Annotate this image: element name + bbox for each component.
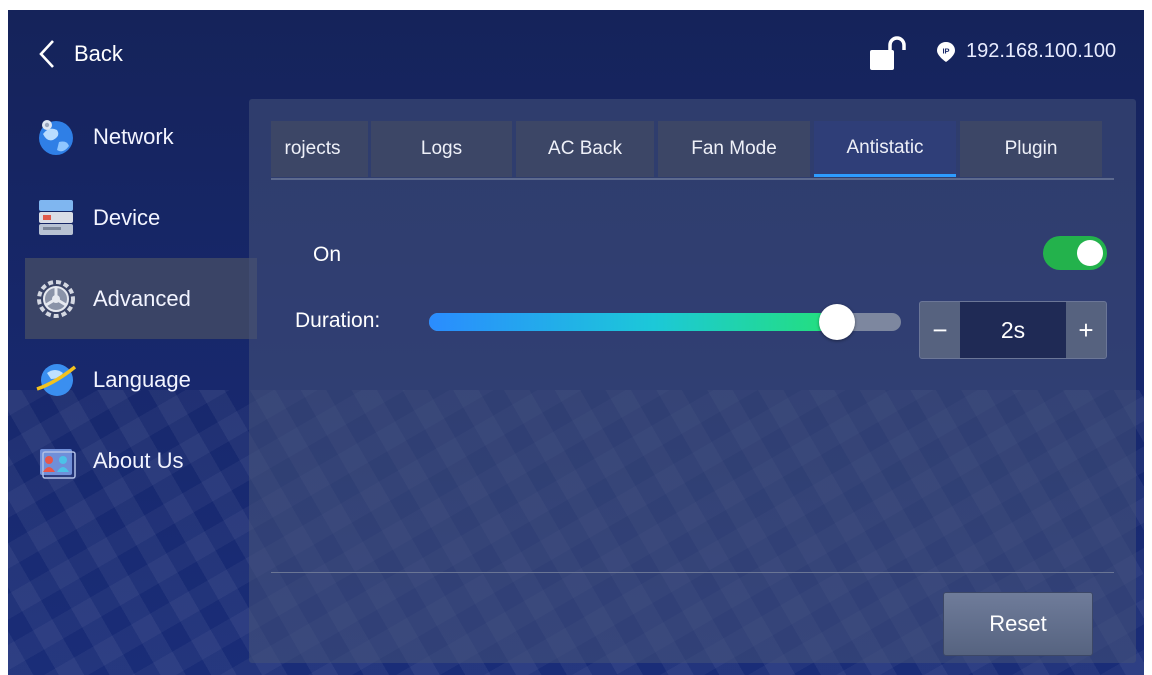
toggle-knob: [1077, 240, 1103, 266]
tab-ac-back[interactable]: AC Back: [516, 121, 654, 177]
tab-divider: [271, 178, 1114, 180]
unlocked-lock-icon[interactable]: [868, 36, 908, 72]
settings-panel: rojects Logs AC Back Fan Mode Antistatic…: [249, 99, 1136, 663]
chevron-left-icon: [39, 40, 54, 68]
location-pin-ip-icon: IP: [937, 41, 955, 62]
tab-label: Plugin: [1004, 138, 1058, 159]
tab-label: Fan Mode: [691, 138, 777, 159]
reset-button[interactable]: Reset: [943, 592, 1093, 656]
sidebar-item-network[interactable]: Network: [25, 96, 257, 177]
duration-value: 2s: [960, 302, 1066, 358]
tab-antistatic[interactable]: Antistatic: [814, 121, 956, 177]
network-globe-icon: [39, 119, 73, 155]
duration-slider[interactable]: [429, 304, 901, 340]
sidebar-item-label: About Us: [93, 447, 184, 473]
tab-label: rojects: [284, 138, 341, 159]
people-icon: [40, 448, 76, 479]
sidebar-item-label: Device: [93, 204, 161, 230]
sidebar-item-advanced[interactable]: Advanced: [25, 258, 257, 339]
back-button[interactable]: Back: [36, 36, 123, 72]
tab-label: AC Back: [548, 138, 622, 159]
tab-projects[interactable]: rojects: [271, 121, 368, 177]
language-globe-icon: [36, 363, 77, 396]
tab-plugin[interactable]: Plugin: [960, 121, 1102, 177]
tab-fan-mode[interactable]: Fan Mode: [658, 121, 810, 177]
increment-button[interactable]: +: [1066, 302, 1106, 358]
footer-divider: [271, 572, 1114, 573]
sidebar-item-about-us[interactable]: About Us: [25, 420, 257, 501]
ip-indicator: IP 192.168.100.100: [936, 40, 1116, 63]
slider-thumb[interactable]: [819, 304, 855, 340]
back-label: Back: [74, 41, 123, 66]
decrement-button[interactable]: −: [920, 302, 960, 358]
duration-label: Duration:: [295, 309, 381, 332]
tab-logs[interactable]: Logs: [371, 121, 512, 177]
app-screen: Back IP 192.168.100.100 Network Device A…: [8, 10, 1144, 675]
tab-label: Logs: [420, 138, 463, 159]
sidebar-item-label: Network: [93, 123, 174, 149]
sidebar-item-label: Language: [93, 366, 191, 392]
svg-text:IP: IP: [942, 46, 949, 55]
sidebar-item-language[interactable]: Language: [25, 339, 257, 420]
tab-label: Antistatic: [846, 136, 924, 158]
gear-icon: [37, 279, 75, 318]
ip-address: 192.168.100.100: [966, 40, 1117, 62]
slider-fill: [429, 313, 837, 331]
on-label: On: [313, 243, 342, 266]
tab-bar: rojects Logs AC Back Fan Mode Antistatic…: [271, 121, 1114, 179]
antistatic-toggle[interactable]: [1043, 236, 1107, 270]
sidebar-item-label: Advanced: [93, 285, 191, 311]
sidebar-item-device[interactable]: Device: [25, 177, 257, 258]
sidebar: Network Device Advanced Language About U…: [25, 96, 257, 501]
device-server-icon: [39, 199, 73, 235]
duration-stepper: − 2s +: [919, 301, 1107, 359]
